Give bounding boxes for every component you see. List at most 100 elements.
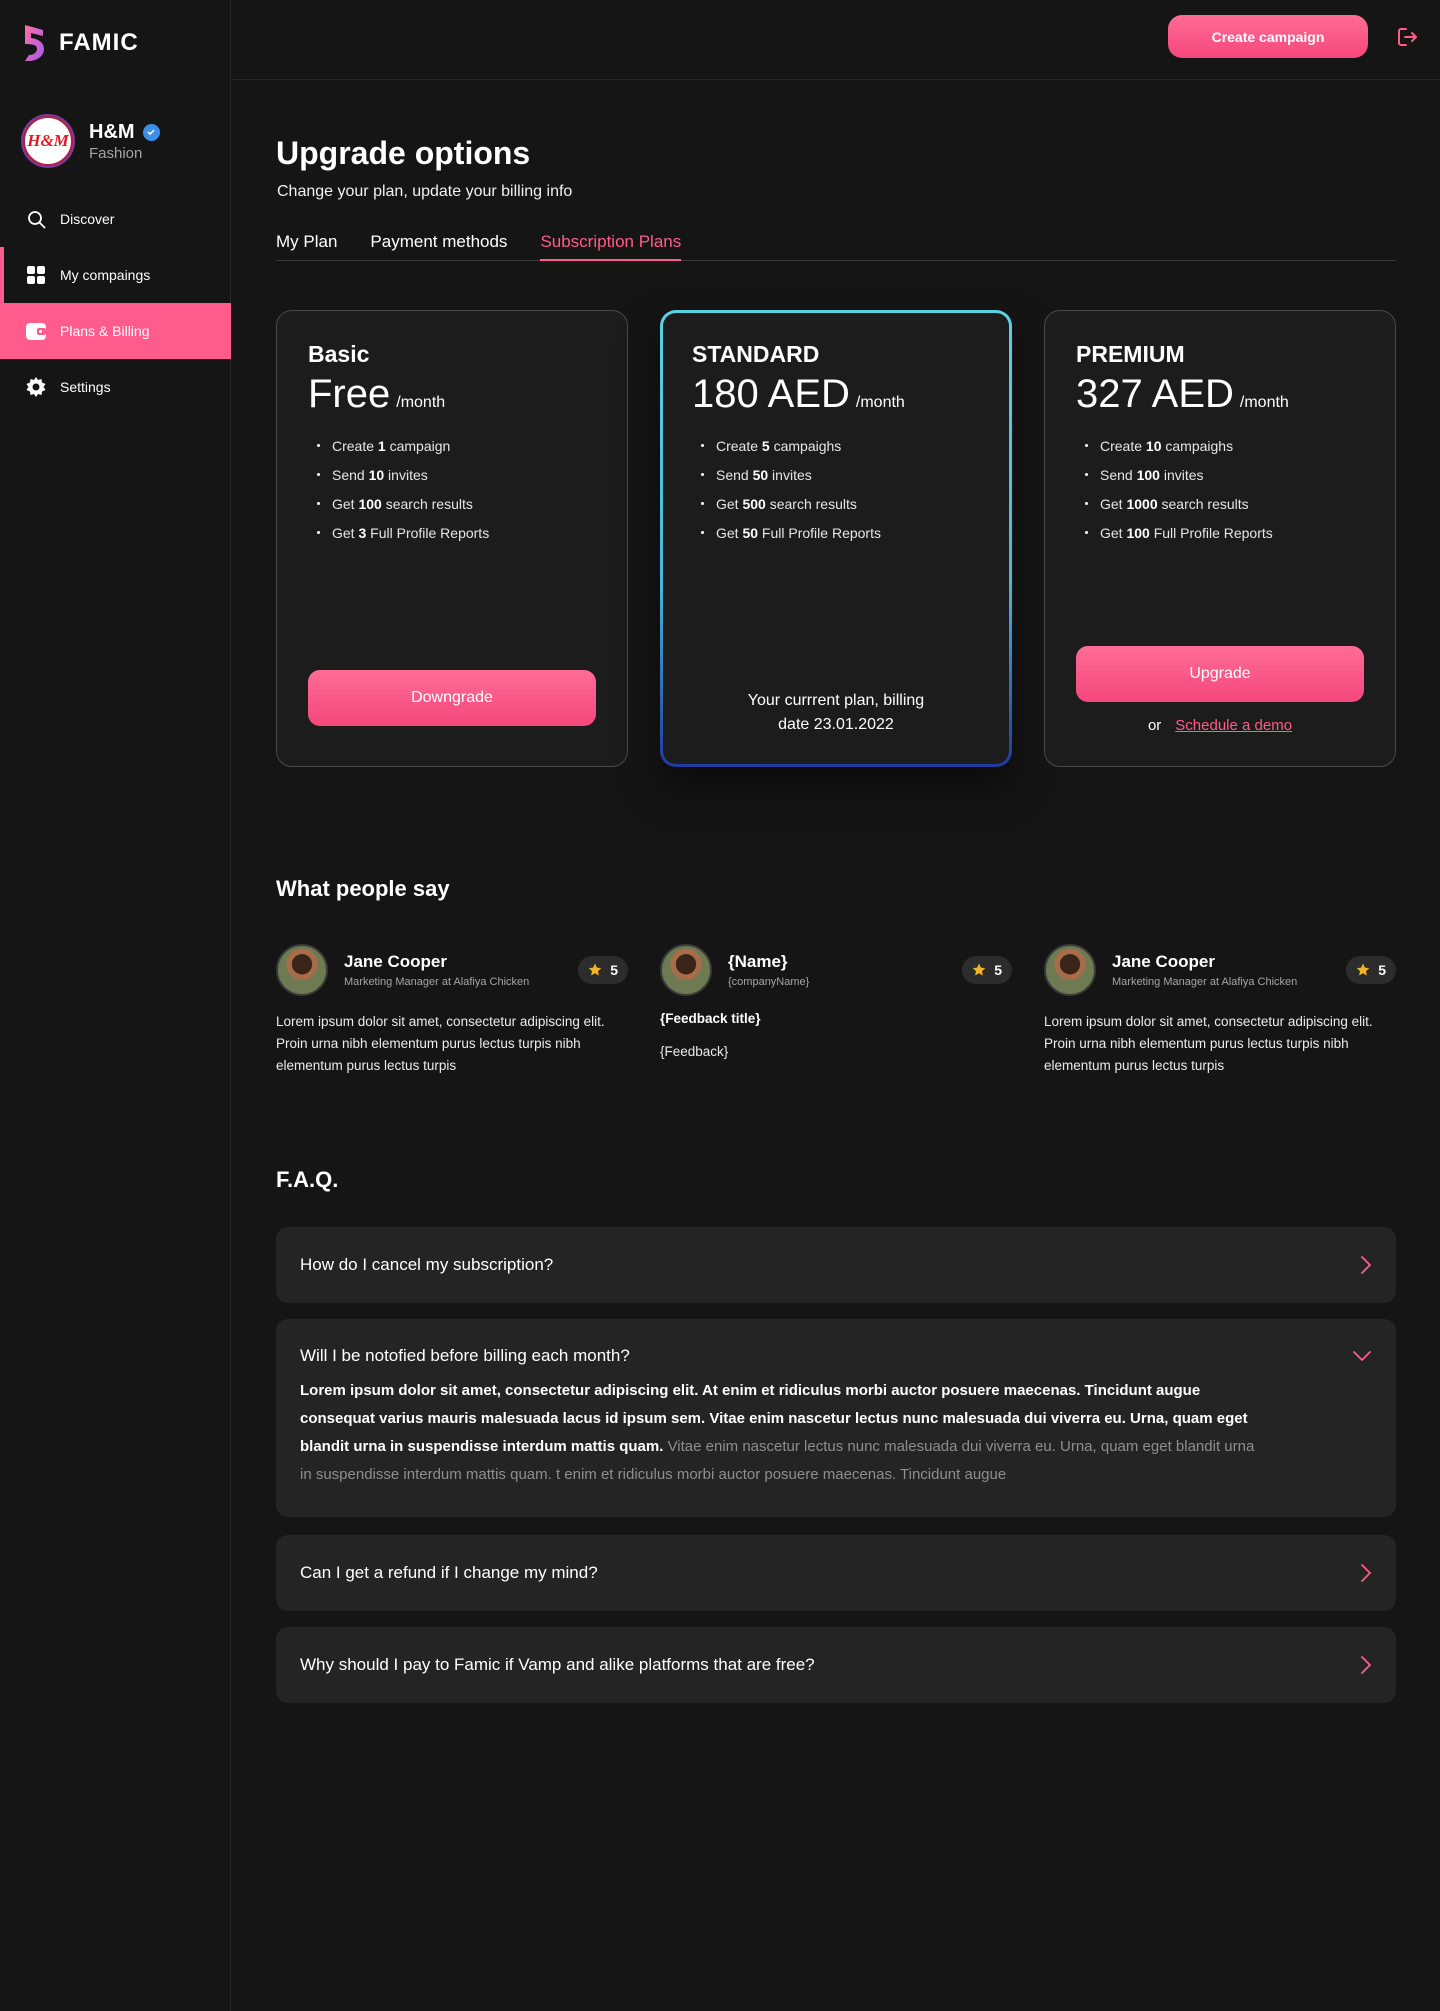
schedule-demo-row: or Schedule a demo	[1045, 717, 1395, 734]
plan-name: STANDARD	[692, 341, 820, 367]
plan-period: /month	[855, 394, 905, 411]
plan-price: 180 AED	[692, 372, 850, 416]
plan-feature: Create 5 campaighs	[692, 431, 980, 460]
testimonials-title: What people say	[276, 876, 450, 901]
plan-feature: Get 500 search results	[692, 489, 980, 518]
rating-value: 5	[994, 962, 1002, 978]
plan-feature: Send 10 invites	[308, 460, 596, 489]
page-title: Upgrade options	[276, 135, 531, 171]
tab-payment-methods[interactable]: Payment methods	[370, 231, 507, 261]
testimonial-card: Jane Cooper Marketing Manager at Alafiya…	[276, 944, 628, 1077]
testimonial-card: Jane Cooper Marketing Manager at Alafiya…	[1044, 944, 1396, 1077]
plan-price: Free	[308, 372, 391, 416]
gear-icon	[26, 377, 46, 397]
plan-feature: Get 50 Full Profile Reports	[692, 518, 980, 547]
tab-bar: My Plan Payment methods Subscription Pla…	[276, 231, 1396, 261]
sidebar-item-label: Discover	[60, 211, 115, 227]
brand-avatar: H&M	[23, 116, 73, 166]
faq-item-expanded[interactable]: Will I be notofied before billing each m…	[276, 1319, 1396, 1517]
sidebar-item-discover[interactable]: Discover	[0, 191, 231, 247]
rating-badge: 5	[578, 956, 628, 984]
faq-question: How do I cancel my subscription?	[300, 1255, 554, 1274]
plan-price: 327 AED	[1076, 372, 1234, 416]
plan-feature: Create 1 campaign	[308, 431, 596, 460]
downgrade-button[interactable]: Downgrade	[308, 670, 596, 726]
reviewer-role: {companyName}	[728, 976, 810, 988]
faq-question: Can I get a refund if I change my mind?	[300, 1563, 598, 1582]
plan-features: Create 1 campaign Send 10 invites Get 10…	[308, 431, 596, 547]
avatar	[660, 944, 712, 996]
star-icon	[588, 963, 602, 976]
reviewer-role: Marketing Manager at Alafiya Chicken	[344, 976, 530, 988]
reviewer-name: {Name}	[728, 952, 788, 971]
sidebar-item-settings[interactable]: Settings	[0, 359, 231, 415]
plan-name: Basic	[308, 341, 370, 367]
plan-features: Create 5 campaighs Send 50 invites Get 5…	[692, 431, 980, 547]
sidebar-item-label: My compaings	[60, 267, 151, 283]
plan-name: PREMIUM	[1076, 341, 1185, 367]
chevron-right-icon	[1361, 1564, 1372, 1582]
plan-feature: Send 50 invites	[692, 460, 980, 489]
billing-date: date 23.01.2022	[778, 716, 894, 733]
plan-feature: Get 3 Full Profile Reports	[308, 518, 596, 547]
plan-feature: Get 100 Full Profile Reports	[1076, 518, 1364, 547]
current-plan-note-line: Your currrent plan, billing	[747, 692, 925, 709]
upgrade-button[interactable]: Upgrade	[1076, 646, 1364, 702]
or-label: or	[1147, 717, 1162, 734]
faq-item[interactable]: How do I cancel my subscription?	[276, 1227, 1396, 1303]
search-icon	[26, 209, 46, 229]
account-type: Fashion	[89, 144, 143, 162]
plan-features: Create 10 campaighs Send 100 invites Get…	[1076, 431, 1364, 547]
rating-value: 5	[610, 962, 618, 978]
create-campaign-button[interactable]: Create campaign	[1168, 15, 1368, 58]
grid-icon	[26, 265, 46, 285]
plan-feature: Get 1000 search results	[1076, 489, 1364, 518]
plan-card-premium: PREMIUM 327 AED /month Create 10 campaig…	[1044, 310, 1396, 767]
plan-period: /month	[396, 394, 446, 411]
brand-logo-text: H&M	[27, 131, 69, 150]
sidebar-item-plans-billing[interactable]: Plans & Billing	[0, 303, 231, 359]
rating-value: 5	[1378, 962, 1386, 978]
faq-question: Will I be notofied before billing each m…	[300, 1346, 630, 1365]
reviewer-name: Jane Cooper	[344, 952, 447, 971]
topbar: Create campaign	[231, 0, 1440, 80]
testimonial-text: Lorem ipsum dolor sit amet, consectetur …	[1044, 1014, 1373, 1073]
app-name: FAMIC	[59, 29, 139, 56]
tab-my-plan[interactable]: My Plan	[276, 231, 337, 261]
star-icon	[1356, 963, 1370, 976]
sidebar-item-label: Plans & Billing	[60, 323, 150, 339]
sidebar-item-label: Settings	[60, 379, 111, 395]
famic-logo-icon	[25, 25, 44, 61]
app-logo[interactable]: FAMIC	[23, 24, 139, 62]
testimonial-text: Lorem ipsum dolor sit amet, consectetur …	[276, 1014, 605, 1073]
sidebar-item-my-campaigns[interactable]: My compaings	[0, 247, 231, 303]
faq-answer: Lorem ipsum dolor sit amet, consectetur …	[276, 1377, 1286, 1517]
reviewer-role: Marketing Manager at Alafiya Chicken	[1112, 976, 1298, 988]
rating-badge: 5	[962, 956, 1012, 984]
wallet-icon	[26, 321, 46, 341]
schedule-demo-link[interactable]: Schedule a demo	[1175, 717, 1292, 734]
plan-feature: Get 100 search results	[308, 489, 596, 518]
feedback-text: {Feedback}	[660, 1044, 729, 1059]
avatar	[1044, 944, 1096, 996]
reviewer-name: Jane Cooper	[1112, 952, 1215, 971]
plan-period: /month	[1239, 394, 1289, 411]
plan-card-basic: Basic Free /month Create 1 campaign Send…	[276, 310, 628, 767]
faq-title: F.A.Q.	[276, 1167, 339, 1192]
chevron-right-icon	[1361, 1656, 1372, 1674]
current-plan-note: Your currrent plan, billing date 23.01.2…	[663, 689, 1009, 737]
sidebar-nav: Discover My compaings Plans & Billing Se…	[0, 191, 231, 415]
testimonial-card: {Name} {companyName} 5 {Feedback title} …	[660, 944, 1012, 1059]
plan-feature: Create 10 campaighs	[1076, 431, 1364, 460]
account-card[interactable]: H&M H&M Fashion	[23, 116, 160, 166]
faq-item[interactable]: Why should I pay to Famic if Vamp and al…	[276, 1627, 1396, 1703]
avatar	[276, 944, 328, 996]
faq-item[interactable]: Can I get a refund if I change my mind?	[276, 1535, 1396, 1611]
page-subtitle: Change your plan, update your billing in…	[277, 183, 573, 200]
tab-subscription-plans[interactable]: Subscription Plans	[540, 231, 682, 261]
plan-card-standard: STANDARD 180 AED /month Create 5 campaig…	[660, 310, 1012, 767]
account-name: H&M	[89, 120, 135, 143]
rating-badge: 5	[1346, 956, 1396, 984]
logout-icon[interactable]	[1397, 26, 1419, 48]
faq-question: Why should I pay to Famic if Vamp and al…	[300, 1655, 815, 1674]
